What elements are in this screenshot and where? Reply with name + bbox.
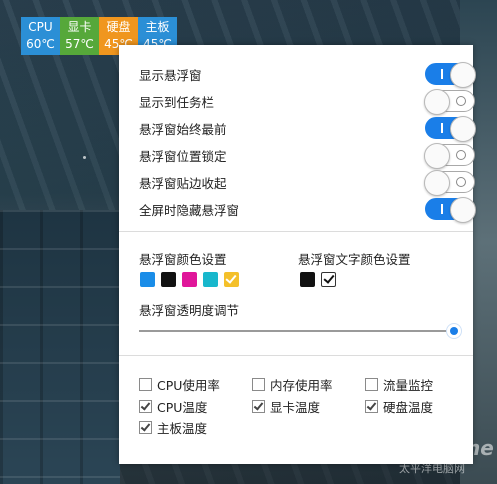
background-building <box>0 210 120 484</box>
setting-show-in-taskbar: 显示到任务栏 <box>139 88 475 115</box>
toggle-switch[interactable] <box>424 89 475 115</box>
divider <box>119 231 473 232</box>
setting-label: 全屏时隐藏悬浮窗 <box>139 202 240 218</box>
setting-label: 悬浮窗始终最前 <box>139 121 227 137</box>
checkbox-box[interactable] <box>252 399 265 413</box>
toggle-switch[interactable] <box>424 143 475 169</box>
checkbox-traffic-monitor[interactable]: 流量监控 <box>365 375 433 393</box>
background-light <box>83 156 86 159</box>
color-swatch-blue[interactable] <box>140 272 155 287</box>
divider <box>119 355 473 356</box>
color-swatch-magenta[interactable] <box>182 272 197 287</box>
text-color-title: 悬浮窗文字颜色设置 <box>298 252 411 267</box>
checkbox-label: 内存使用率 <box>270 377 333 393</box>
checkbox-disk-temp[interactable]: 硬盘温度 <box>365 397 433 415</box>
tile-cpu[interactable]: CPU 60℃ <box>21 17 60 55</box>
color-swatch-cyan[interactable] <box>203 272 218 287</box>
setting-label: 显示悬浮窗 <box>139 67 202 83</box>
tile-gpu[interactable]: 显卡 57℃ <box>60 17 99 55</box>
checkbox-box[interactable] <box>252 377 265 391</box>
checkbox-motherboard-temp[interactable]: 主板温度 <box>139 418 207 436</box>
setting-label: 显示到任务栏 <box>139 94 215 110</box>
text-color-swatch-black[interactable] <box>300 272 315 287</box>
checkbox-cpu-temp[interactable]: CPU温度 <box>139 397 207 415</box>
color-swatch-black[interactable] <box>161 272 176 287</box>
setting-always-on-top: 悬浮窗始终最前 <box>139 115 476 142</box>
window-color-title: 悬浮窗颜色设置 <box>139 252 227 267</box>
color-swatch-yellow[interactable] <box>224 272 239 287</box>
checkbox-label: 显卡温度 <box>270 399 321 415</box>
checkbox-cpu-usage[interactable]: CPU使用率 <box>139 375 220 393</box>
setting-lock-position: 悬浮窗位置锁定 <box>139 142 475 169</box>
toggle-switch[interactable] <box>425 62 476 88</box>
toggle-switch[interactable] <box>425 197 476 223</box>
checkbox-gpu-temp[interactable]: 显卡温度 <box>252 397 320 415</box>
opacity-slider-fill <box>139 330 454 332</box>
checkbox-memory-usage[interactable]: 内存使用率 <box>252 375 333 393</box>
checkbox-label: 流量监控 <box>383 377 434 393</box>
floating-window-settings-panel: 显示悬浮窗 显示到任务栏 悬浮窗始终最前 悬浮窗位置锁定 悬浮窗贴边收起 全屏时… <box>119 45 476 464</box>
checkbox-box[interactable] <box>139 399 152 413</box>
setting-hide-in-fullscreen: 全屏时隐藏悬浮窗 <box>139 196 476 223</box>
text-color-swatch-white[interactable] <box>321 272 336 287</box>
toggle-switch[interactable] <box>424 170 475 196</box>
opacity-title: 悬浮窗透明度调节 <box>139 303 240 318</box>
toggle-switch[interactable] <box>425 116 476 142</box>
checkbox-box[interactable] <box>365 377 378 391</box>
checkbox-box[interactable] <box>365 399 378 413</box>
checkbox-box[interactable] <box>139 377 152 391</box>
opacity-slider-handle[interactable] <box>446 323 462 339</box>
checkbox-label: CPU使用率 <box>157 377 220 393</box>
setting-label: 悬浮窗贴边收起 <box>139 175 227 191</box>
setting-dock-to-edge: 悬浮窗贴边收起 <box>139 169 475 196</box>
checkbox-label: 主板温度 <box>157 420 208 436</box>
opacity-slider[interactable] <box>139 323 462 339</box>
checkbox-box[interactable] <box>139 420 152 434</box>
checkbox-label: 硬盘温度 <box>383 399 434 415</box>
setting-label: 悬浮窗位置锁定 <box>139 148 227 164</box>
checkbox-label: CPU温度 <box>157 399 208 415</box>
setting-show-floating-window: 显示悬浮窗 <box>139 61 476 88</box>
